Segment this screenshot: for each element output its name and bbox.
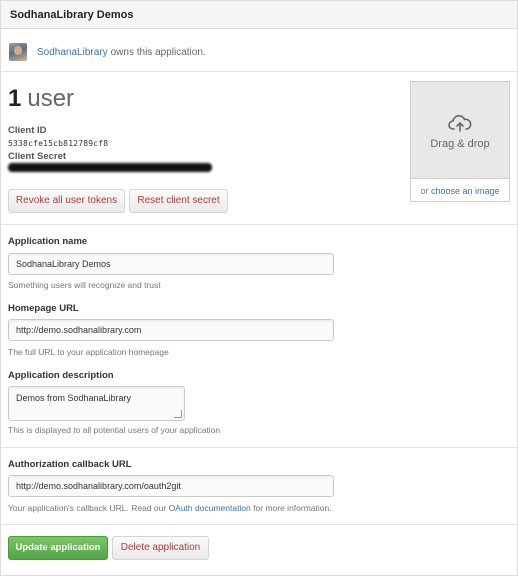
user-count-label: user bbox=[27, 85, 75, 112]
or-text: or bbox=[420, 186, 429, 196]
divider bbox=[1, 224, 517, 225]
panel-header: SodhanaLibrary Demos bbox=[1, 1, 517, 29]
app-name-label: Application name bbox=[8, 236, 88, 247]
description-text: Demos from SodhanaLibrary bbox=[16, 393, 132, 403]
homepage-url-hint: The full URL to your application homepag… bbox=[8, 347, 169, 357]
drag-drop-text: Drag & drop bbox=[430, 138, 490, 150]
client-secret-label: Client Secret bbox=[8, 151, 67, 162]
owner-link[interactable]: SodhanaLibrary bbox=[37, 47, 108, 58]
description-hint: This is displayed to all potential users… bbox=[8, 425, 221, 435]
callback-url-hint: Your application's callback URL. Read ou… bbox=[8, 503, 332, 513]
client-id-value: 5338cfe15cb812789cf8 bbox=[8, 139, 109, 148]
callback-hint-suffix: for more information. bbox=[253, 503, 332, 513]
logo-dropzone[interactable]: Drag & drop or choose an image bbox=[410, 81, 510, 202]
divider bbox=[1, 524, 517, 525]
choose-image-row: or choose an image bbox=[411, 186, 509, 196]
callback-hint-text: Your application's callback URL. Read ou… bbox=[8, 503, 167, 513]
description-label: Application description bbox=[8, 370, 114, 381]
callback-url-input[interactable]: http://demo.sodhanalibrary.com/oauth2git bbox=[8, 475, 334, 497]
user-count-number: 1 bbox=[8, 85, 22, 112]
update-application-button[interactable]: Update application bbox=[8, 536, 108, 560]
callback-url-label: Authorization callback URL bbox=[8, 459, 132, 470]
user-count: 1 user bbox=[8, 84, 74, 114]
homepage-url-label: Homepage URL bbox=[8, 303, 79, 314]
owner-avatar[interactable] bbox=[9, 43, 27, 61]
choose-image-link[interactable]: choose an image bbox=[431, 186, 500, 196]
divider bbox=[1, 71, 517, 72]
owner-text: owns this application. bbox=[110, 46, 206, 58]
app-name-hint: Something users will recognize and trust bbox=[8, 280, 161, 290]
cloud-upload-icon bbox=[448, 115, 472, 132]
divider bbox=[1, 447, 517, 448]
homepage-url-input[interactable]: http://demo.sodhanalibrary.com bbox=[8, 319, 334, 341]
resize-grip-icon[interactable] bbox=[174, 410, 182, 418]
revoke-tokens-button[interactable]: Revoke all user tokens bbox=[8, 189, 125, 213]
description-textarea[interactable]: Demos from SodhanaLibrary bbox=[8, 386, 185, 421]
owner-row: SodhanaLibrary owns this application. bbox=[9, 42, 206, 62]
reset-secret-button[interactable]: Reset client secret bbox=[129, 189, 228, 213]
dropzone-area[interactable]: Drag & drop bbox=[411, 82, 509, 179]
oauth-docs-link[interactable]: OAuth documentation bbox=[169, 503, 251, 513]
client-id-label: Client ID bbox=[8, 125, 47, 136]
app-name-input[interactable]: SodhanaLibrary Demos bbox=[8, 253, 334, 275]
delete-application-button[interactable]: Delete application bbox=[112, 536, 209, 560]
client-secret-redacted bbox=[8, 163, 212, 172]
